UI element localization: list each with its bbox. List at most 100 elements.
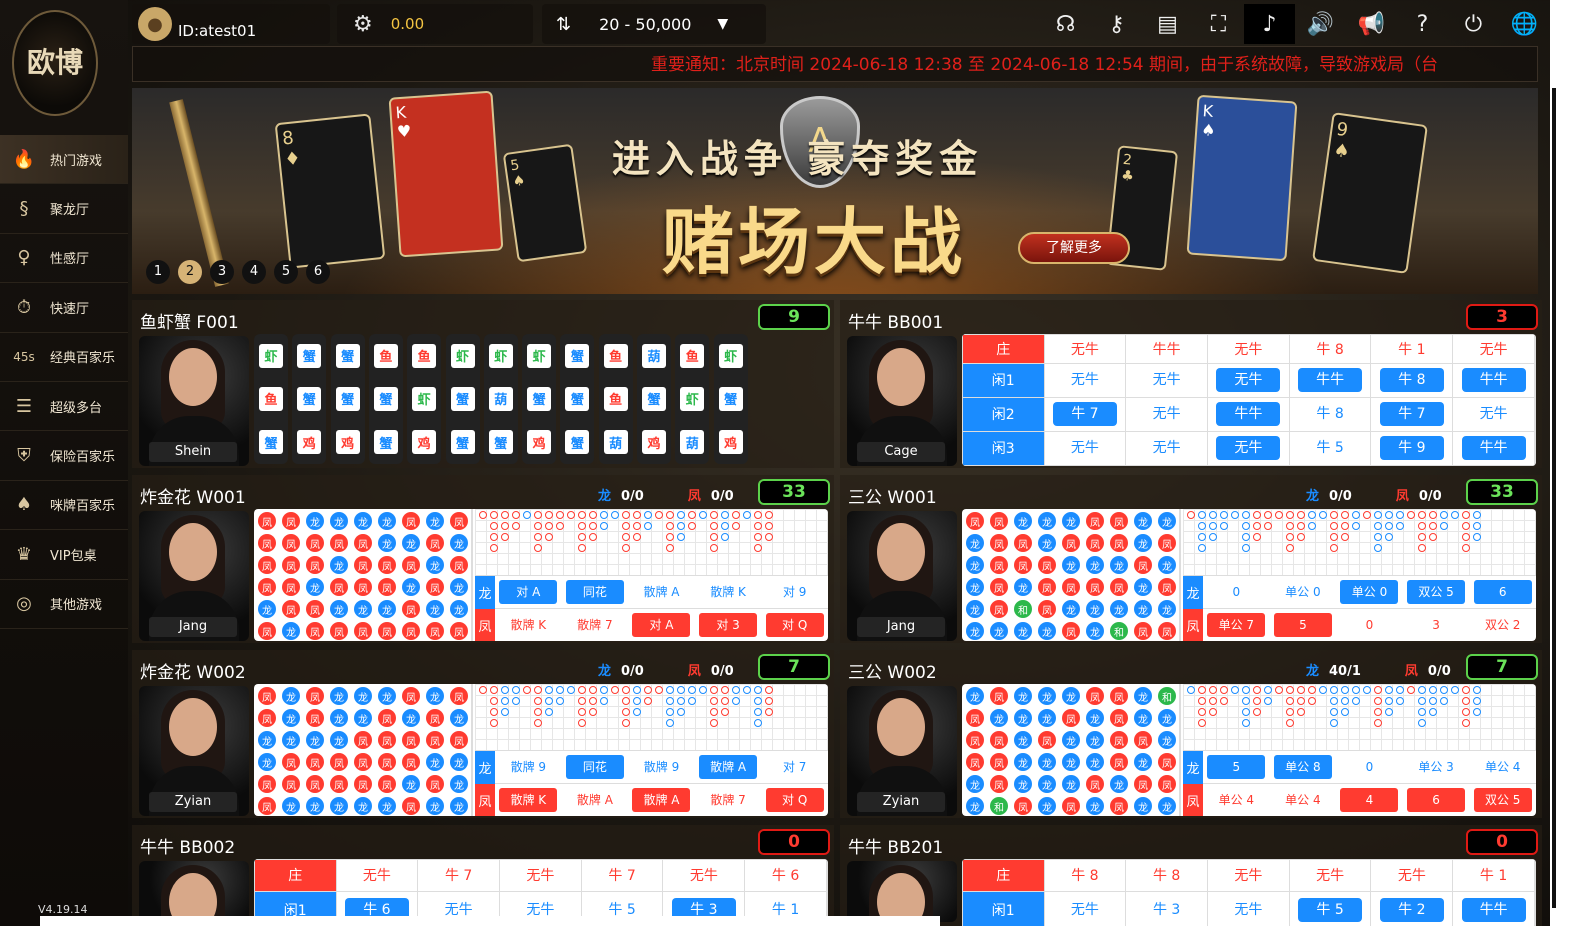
banner-dot-5[interactable]: 5 — [274, 260, 298, 284]
customer-service-icon[interactable]: ☊ — [1040, 4, 1091, 44]
scrollbar-thumb[interactable] — [1552, 88, 1556, 908]
bead: 龙 — [426, 600, 444, 618]
bead: 凤 — [402, 731, 420, 749]
help-icon[interactable]: ? — [1397, 4, 1448, 44]
bet-cell: 散牌 K — [495, 613, 562, 637]
dealer-name: Jang — [149, 617, 237, 637]
user-box[interactable]: ● ID:atest01 — [132, 4, 330, 44]
game-panel-w002[interactable]: 炸金花 W002 7 Zyian 龙 0/0 凤 0/0 凤龙凤龙龙龙凤龙凤凤龙凤龙龙凤龙凤龙… — [132, 650, 834, 818]
game-panel-sg001[interactable]: 三公 W001 33 Jang 龙 0/0 凤 0/0 凤凤龙龙龙凤凤龙龙龙凤凤龙凤凤凤龙凤龙… — [840, 475, 1542, 643]
road-ring — [688, 686, 696, 694]
dealer-video[interactable]: Shein — [139, 336, 249, 466]
road-ring — [1440, 511, 1448, 519]
fullscreen-icon[interactable]: ⛶ — [1193, 4, 1244, 44]
player-result-cell: 牛 5 — [1288, 430, 1372, 466]
banner-dot-3[interactable]: 3 — [210, 260, 234, 284]
phoenix-stat: 0/0 — [710, 489, 734, 504]
banner-dot-4[interactable]: 4 — [242, 260, 266, 284]
road-ring — [1297, 697, 1305, 705]
nav-item-0[interactable]: 🔥 热门游戏 — [0, 135, 128, 185]
nav-item-3[interactable]: ⏱ 快速厅 — [0, 283, 128, 333]
dice-symbol: 葫 — [642, 343, 666, 368]
key-icon[interactable]: ⚷ — [1091, 4, 1142, 44]
vertical-scrollbar[interactable] — [1550, 0, 1572, 926]
game-panel-bb002[interactable]: 牛牛 BB002 0 庄无牛牛 7 无牛牛 7 无牛牛 6 闲1 牛 6 无牛 无牛牛 5牛 3… — [132, 825, 834, 926]
bead: 龙 — [1110, 775, 1128, 793]
learn-more-button[interactable]: 了解更多 — [1018, 232, 1130, 264]
road-ring — [1407, 686, 1415, 694]
dealer-video[interactable]: Cage — [847, 336, 957, 466]
bet-result: 对 A — [632, 613, 691, 637]
dealer-video[interactable]: Jang — [139, 511, 249, 641]
road-ring — [479, 511, 487, 519]
game-panel-sg002[interactable]: 三公 W002 7 Zyian 龙 40/1 凤 0/0 龙凤龙龙龙凤凤龙和凤龙龙龙凤龙凤龙龙… — [840, 650, 1542, 818]
game-panel-bb001[interactable]: 牛牛 BB001 3 Cage 庄无牛 牛牛 无牛牛 8牛 1 无牛 闲1 无牛 无牛 无牛 牛牛牛 … — [840, 300, 1542, 468]
nav-item-4[interactable]: 45s 经典百家乐 — [0, 333, 128, 382]
bet-row-phoenix: 凤单公 7 5 0 3 双公 2 — [1183, 608, 1536, 641]
nav-item-2[interactable]: ♀ 性感厅 — [0, 234, 128, 284]
road-ring — [1473, 533, 1481, 541]
bead: 龙 — [426, 687, 444, 705]
bead: 凤 — [258, 512, 276, 530]
banker-result: 无牛 — [1207, 859, 1290, 892]
brand-logo[interactable]: 欧博 — [12, 10, 98, 116]
road-ring — [1462, 686, 1470, 694]
dealer-video[interactable] — [847, 861, 957, 922]
dragon-phoenix-stats: 龙 0/0 凤 0/0 — [1306, 485, 1442, 504]
player-result-cell: 牛 2 — [1370, 890, 1454, 926]
promo-banner[interactable]: 8 ♦ K ♥ 5 ♠ 2 ♣ K ♠ 9 ♠ A 进入战争 豪夺奖金 赌场大战 了解更多 … — [132, 88, 1538, 294]
banner-dot-1[interactable]: 1 — [146, 260, 170, 284]
player-result-cell: 牛牛 — [1452, 362, 1535, 398]
road-ring — [1330, 719, 1338, 727]
road-ring — [688, 522, 696, 530]
banner-dot-2[interactable]: 2 — [178, 260, 202, 284]
bet-limit-select[interactable]: ⇅ 20 - 50,000 ▼ — [542, 4, 766, 44]
road-ring — [578, 697, 586, 705]
sound-icon[interactable]: 🔊 — [1295, 4, 1346, 44]
road-ring — [1330, 511, 1338, 519]
dealer-video[interactable]: Zyian — [139, 686, 249, 816]
bead: 龙 — [402, 578, 420, 596]
player-result-cell: 无牛 — [1125, 396, 1208, 432]
banker-result: 牛牛 — [1125, 334, 1208, 364]
nav-item-5[interactable]: ☰ 超级多台 — [0, 382, 128, 432]
road-ring — [1462, 511, 1470, 519]
road-ring — [1242, 511, 1250, 519]
road-ring — [644, 511, 652, 519]
bead: 龙 — [450, 709, 468, 727]
music-icon[interactable]: ♪ — [1244, 4, 1295, 44]
video-sound-icon[interactable]: 📢 — [1346, 4, 1397, 44]
player-result: 无牛 — [1070, 901, 1099, 918]
dealer-video[interactable]: Zyian — [847, 686, 957, 816]
banker-result: 牛 8 — [1043, 859, 1127, 892]
banner-dot-6[interactable]: 6 — [306, 260, 330, 284]
dice-symbol: 鱼 — [603, 343, 628, 368]
nav-item-6[interactable]: ⛨ 保险百家乐 — [0, 431, 128, 481]
nav-item-9[interactable]: ◎ 其他游戏 — [0, 580, 128, 629]
nav-item-7[interactable]: ♠ 咪牌百家乐 — [0, 481, 128, 531]
player-result: 牛 2 — [1379, 897, 1444, 922]
player-result: 牛 5 — [1298, 897, 1363, 922]
horizontal-scrollbar[interactable] — [40, 916, 940, 926]
road-ring — [1330, 686, 1338, 694]
bet-cell: 单公 8 — [1270, 755, 1337, 779]
bet-result: 6 — [1407, 788, 1466, 812]
game-panel-w001[interactable]: 炸金花 W001 33 Jang 龙 0/0 凤 0/0 凤凤龙龙龙龙凤龙凤凤凤凤凤凤龙龙凤龙… — [132, 475, 834, 643]
road-ring — [1242, 533, 1250, 541]
power-icon[interactable]: ⏻ — [1448, 4, 1499, 44]
bead: 龙 — [1014, 578, 1032, 596]
game-panel-fxx[interactable]: 鱼虾蟹 F001 9 Shein 虾鱼蟹蟹蟹鸡蟹蟹鸡鱼蟹蟹鱼虾鸡虾蟹蟹虾葫蟹虾蟹鸡蟹蟹… — [132, 300, 834, 468]
nav-item-1[interactable]: § 聚龙厅 — [0, 184, 128, 234]
history-icon[interactable]: ▤ — [1142, 4, 1193, 44]
road-ring — [1286, 697, 1294, 705]
dealer-video[interactable]: Jang — [847, 511, 957, 641]
nav-item-label: 超级多台 — [50, 400, 103, 416]
game-panel-bb201[interactable]: 牛牛 BB201 0 庄牛 8牛 8 无牛 无牛 无牛牛 1 闲1 无牛牛 3 无牛牛 5牛 2… — [840, 825, 1542, 926]
road-ring — [589, 708, 597, 716]
top-bar: ● ID:atest01 ⚙ 0.00 ⇅ 20 - 50,000 ▼ ☊ ⚷ ▤ ⛶… — [132, 4, 1550, 44]
dealer-video[interactable] — [139, 861, 249, 922]
road-ring — [765, 511, 773, 519]
bead: 凤 — [1134, 775, 1152, 793]
nav-item-8[interactable]: ♛ VIP包桌 — [0, 530, 128, 580]
language-globe-icon[interactable]: 🌐 — [1499, 4, 1550, 44]
